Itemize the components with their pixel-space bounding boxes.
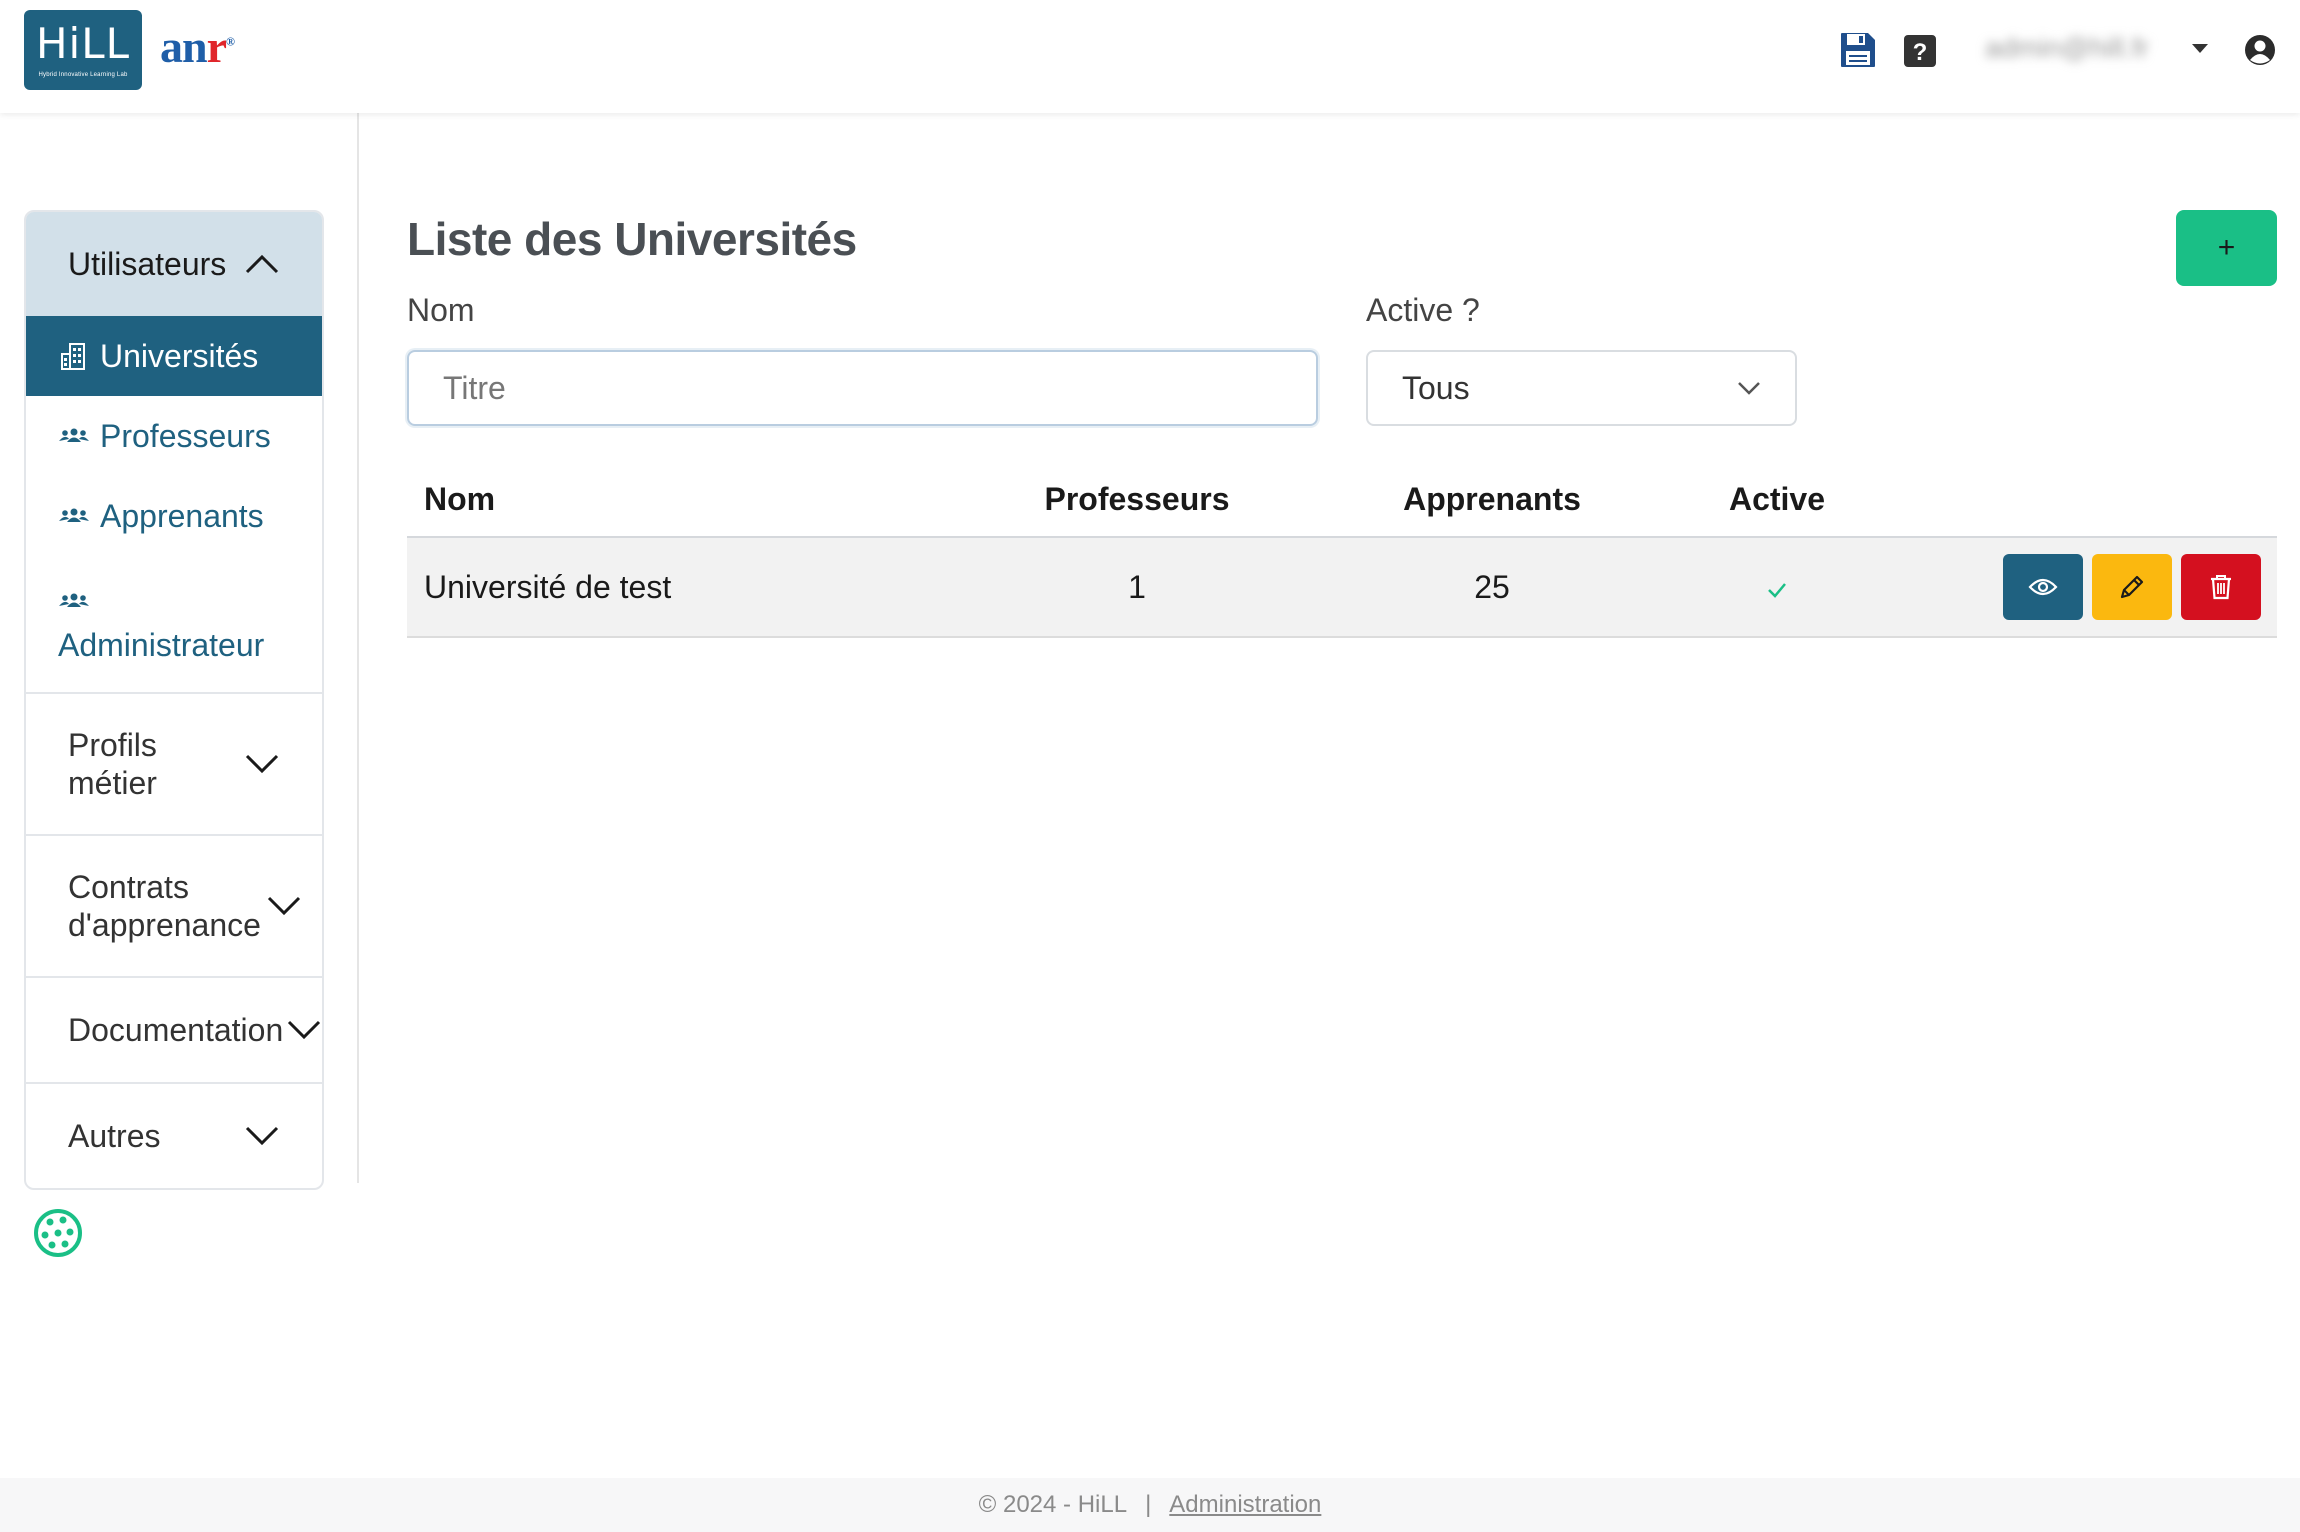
edit-button[interactable] (2092, 554, 2172, 620)
table-row: Université de test 1 25 (407, 538, 2277, 638)
sidebar-section-label: Autres (68, 1118, 161, 1154)
users-icon (59, 428, 89, 442)
sidebar-section-label: Utilisateurs (68, 246, 227, 282)
footer-administration-link[interactable]: Administration (1169, 1491, 1321, 1519)
footer-copyright: © 2024 - HiLL (978, 1491, 1128, 1518)
anr-logo: anr® (160, 20, 235, 73)
anr-logo-r: r (206, 21, 227, 72)
column-header-active[interactable]: Active (1677, 481, 1877, 518)
sidebar-section-label: Documentation (68, 1012, 284, 1048)
sidebar-item-universites[interactable]: Universités (26, 316, 322, 396)
sidebar-section-contrats[interactable]: Contrats d'apprenance (26, 834, 322, 976)
chevron-down-icon (267, 896, 301, 916)
svg-text:?: ? (1913, 39, 1928, 66)
column-header-professeurs[interactable]: Professeurs (967, 481, 1307, 518)
sidebar-item-label: Administrateur (58, 626, 265, 663)
cell-active (1677, 569, 1877, 606)
add-university-button[interactable]: + (2176, 210, 2277, 286)
chevron-up-icon (245, 254, 279, 274)
column-header-apprenants[interactable]: Apprenants (1307, 481, 1677, 518)
universities-table: Nom Professeurs Apprenants Active Univer… (407, 462, 2277, 638)
name-filter-placeholder: Titre (443, 369, 506, 406)
chevron-down-icon (287, 1020, 321, 1040)
hill-logo-text: HiLL (35, 19, 131, 68)
sidebar-item-professeurs[interactable]: Professeurs (26, 396, 322, 476)
cookie-icon[interactable] (32, 1207, 84, 1259)
sidebar-item-apprenants[interactable]: Apprenants (26, 476, 322, 556)
chevron-down-icon (1738, 382, 1760, 395)
hill-logo[interactable]: HiLL Hybrid Innovative Learning Lab (24, 10, 142, 90)
users-icon (59, 508, 89, 522)
column-header-nom[interactable]: Nom (407, 481, 967, 518)
sidebar-section-autres[interactable]: Autres (26, 1082, 322, 1188)
help-icon[interactable]: ? (1902, 30, 1938, 70)
active-filter-value: Tous (1402, 369, 1470, 406)
hill-logo-subtitle: Hybrid Innovative Learning Lab (38, 72, 128, 78)
pencil-icon (2120, 575, 2144, 599)
trash-icon (2211, 575, 2231, 600)
sidebar-item-administrateur[interactable]: Administrateur (26, 556, 322, 692)
delete-button[interactable] (2181, 554, 2261, 620)
users-icon (59, 593, 89, 607)
sidebar-divider (357, 113, 359, 1183)
sidebar-item-label: Apprenants (100, 497, 264, 534)
check-icon (1768, 582, 1786, 598)
sidebar-section-documentation[interactable]: Documentation (26, 976, 322, 1082)
sidebar-section-profils-metier[interactable]: Profils métier (26, 692, 322, 834)
active-filter-select[interactable]: Tous (1366, 350, 1797, 426)
sidebar-section-label: Contrats d'apprenance (68, 869, 261, 943)
sidebar-section-utilisateurs[interactable]: Utilisateurs (26, 212, 322, 316)
sidebar-item-label: Professeurs (100, 417, 271, 454)
sidebar-item-label: Universités (100, 337, 259, 374)
view-button[interactable] (2003, 554, 2083, 620)
name-filter-input[interactable]: Titre (407, 350, 1318, 426)
eye-icon (2028, 578, 2058, 596)
cell-nom: Université de test (424, 568, 672, 605)
caret-down-icon[interactable] (2192, 44, 2208, 53)
anr-logo-mark: ® (226, 34, 235, 49)
cell-apprenants: 25 (1474, 568, 1510, 605)
anr-logo-text: an (160, 21, 208, 72)
user-circle-icon[interactable] (2243, 30, 2277, 70)
sidebar-section-label: Profils métier (68, 727, 157, 801)
cell-professeurs: 1 (1128, 568, 1146, 605)
chevron-down-icon (245, 754, 279, 774)
row-actions (1877, 554, 2277, 620)
active-filter-label: Active ? (1366, 292, 1480, 328)
user-email[interactable]: admin@hill.fr (1985, 32, 2149, 64)
footer-separator: | (1145, 1491, 1152, 1518)
building-icon (61, 343, 85, 370)
page-title: Liste des Universités (407, 213, 857, 265)
footer: © 2024 - HiLL | Administration (0, 1478, 2300, 1532)
chevron-down-icon (245, 1126, 279, 1146)
table-header: Nom Professeurs Apprenants Active (407, 462, 2277, 538)
top-navbar: HiLL Hybrid Innovative Learning Lab anr®… (0, 0, 2300, 113)
name-filter-label: Nom (407, 292, 475, 328)
sidebar: Utilisateurs Universités Professeurs App… (24, 210, 324, 1190)
save-icon[interactable] (1838, 30, 1878, 70)
